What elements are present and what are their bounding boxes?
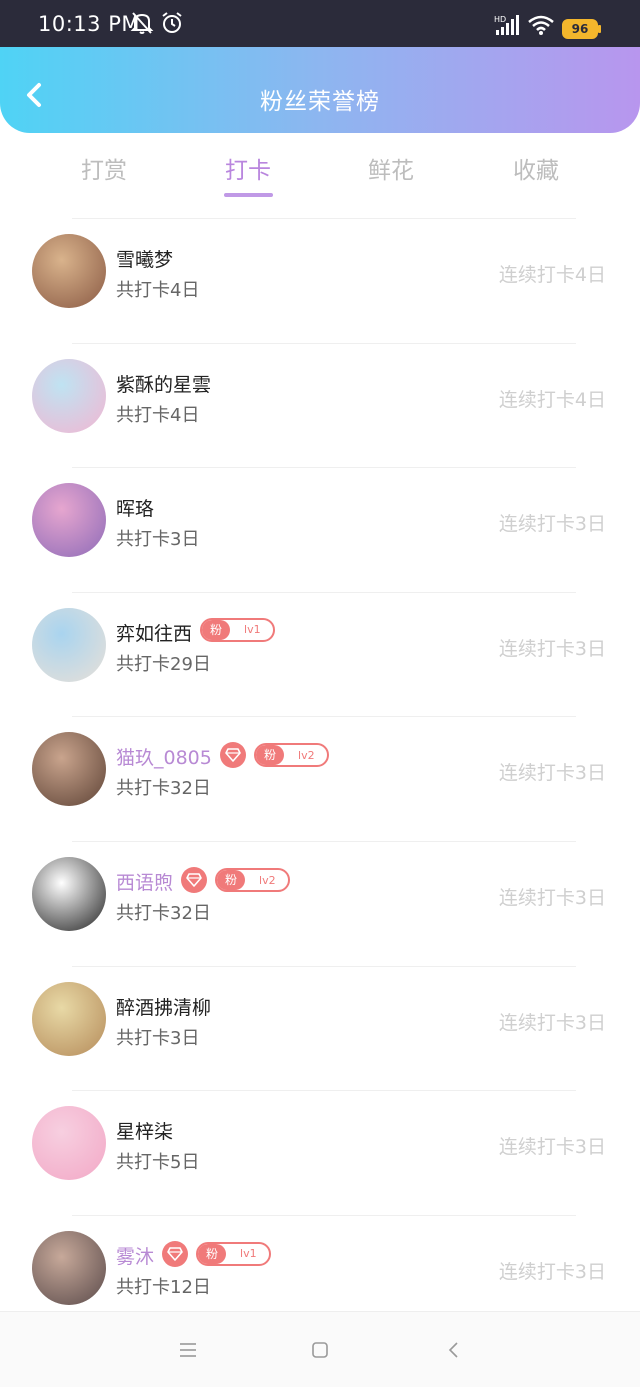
streak-checkin-days: 连续打卡4日 bbox=[498, 264, 606, 286]
bell-off-icon bbox=[130, 12, 154, 34]
avatar[interactable] bbox=[32, 607, 106, 682]
fan-level-badge: 粉 lv1 bbox=[196, 1241, 271, 1266]
list-item[interactable]: 猫玖_0805 共打卡32日 连续打卡3日 粉 lv2 bbox=[0, 716, 640, 840]
fan-badges: 粉 lv2 bbox=[181, 867, 290, 893]
fan-badges: 粉 lv2 bbox=[220, 742, 329, 769]
list-item[interactable]: 紫酥的星雲共打卡4日 连续打卡4日 bbox=[0, 343, 640, 467]
fan-badge-level: lv2 bbox=[298, 748, 315, 762]
system-nav-bar bbox=[0, 1311, 640, 1387]
total-checkin-days: 共打卡3日 bbox=[116, 1027, 200, 1049]
fan-name: 晖珞 bbox=[116, 498, 155, 521]
avatar[interactable] bbox=[32, 234, 106, 308]
list-item[interactable]: 弈如往西共打卡29日 连续打卡3日 粉 lv1 bbox=[0, 592, 640, 716]
menu-icon[interactable] bbox=[176, 1338, 200, 1362]
list-item[interactable]: 醉酒拂清柳共打卡3日 连续打卡3日 bbox=[0, 966, 640, 1090]
total-checkin-days: 共打卡4日 bbox=[116, 404, 200, 426]
streak-checkin-days: 连续打卡3日 bbox=[498, 1136, 606, 1159]
total-checkin-days: 共打卡32日 bbox=[116, 903, 211, 924]
fan-name: 西语煦 bbox=[116, 872, 174, 894]
list-item[interactable]: 雪曦梦共打卡4日 连续打卡4日 bbox=[0, 218, 640, 342]
tab-flowers[interactable]: 鲜花 bbox=[331, 151, 451, 185]
header-bar: 10:13 PM HD 96 粉丝荣誉榜 bbox=[0, 0, 640, 133]
avatar[interactable] bbox=[32, 483, 106, 558]
fan-level-badge: 粉 lv2 bbox=[215, 868, 290, 892]
status-bar: 10:13 PM HD 96 bbox=[0, 0, 640, 47]
battery-level: 96 bbox=[571, 22, 589, 36]
fan-badges: 粉 lv1 bbox=[162, 1240, 271, 1267]
fan-name: 弈如往西 bbox=[116, 622, 193, 645]
fan-name: 雾沐 bbox=[116, 1245, 155, 1268]
streak-checkin-days: 连续打卡4日 bbox=[498, 388, 606, 411]
avatar[interactable] bbox=[32, 732, 106, 807]
fan-level-badge: 粉 lv1 bbox=[200, 617, 275, 642]
fan-badge-level: lv2 bbox=[259, 873, 276, 887]
svg-text:HD: HD bbox=[494, 15, 506, 24]
fan-badge-label: 粉 bbox=[202, 619, 231, 640]
tab-indicator bbox=[224, 193, 273, 197]
fan-badge-label: 粉 bbox=[256, 745, 285, 766]
fan-badge-label: 粉 bbox=[198, 1243, 227, 1264]
home-icon[interactable] bbox=[308, 1338, 332, 1362]
streak-checkin-days: 连续打卡3日 bbox=[498, 637, 606, 660]
total-checkin-days: 共打卡4日 bbox=[116, 280, 200, 301]
streak-checkin-days: 连续打卡3日 bbox=[498, 762, 606, 785]
fan-name: 星梓柒 bbox=[116, 1121, 174, 1144]
avatar[interactable] bbox=[32, 857, 106, 931]
avatar[interactable] bbox=[32, 1106, 106, 1181]
streak-checkin-days: 连续打卡3日 bbox=[498, 1011, 606, 1034]
streak-checkin-days: 连续打卡3日 bbox=[498, 1260, 606, 1283]
signal-icon: HD bbox=[494, 15, 519, 35]
tab-checkin[interactable]: 打卡 bbox=[188, 151, 308, 185]
fan-name: 紫酥的星雲 bbox=[116, 373, 212, 396]
list-item[interactable]: 星梓柒共打卡5日 连续打卡3日 bbox=[0, 1090, 640, 1214]
total-checkin-days: 共打卡5日 bbox=[116, 1152, 200, 1174]
list-item[interactable]: 西语煦共打卡32日 连续打卡3日 粉 lv2 bbox=[0, 841, 640, 965]
total-checkin-days: 共打卡3日 bbox=[116, 529, 200, 551]
fan-level-badge: 粉 lv2 bbox=[254, 743, 329, 768]
list-item[interactable]: 晖珞共打卡3日 连续打卡3日 bbox=[0, 467, 640, 591]
fan-name: 猫玖_0805 bbox=[116, 747, 212, 770]
fan-name: 醉酒拂清柳 bbox=[116, 996, 212, 1019]
wifi-icon bbox=[528, 15, 554, 35]
diamond-icon bbox=[181, 867, 207, 893]
tab-favorites[interactable]: 收藏 bbox=[476, 151, 596, 185]
alarm-icon bbox=[162, 12, 182, 33]
fan-badge-label: 粉 bbox=[217, 870, 246, 890]
avatar[interactable] bbox=[32, 358, 106, 433]
battery-icon: 96 bbox=[562, 19, 602, 39]
total-checkin-days: 共打卡12日 bbox=[116, 1276, 211, 1298]
avatar[interactable] bbox=[32, 1230, 106, 1305]
fan-name: 雪曦梦 bbox=[116, 249, 174, 271]
streak-checkin-days: 连续打卡3日 bbox=[498, 513, 606, 536]
tab-bar: 打赏 打卡 鲜花 收藏 bbox=[0, 133, 640, 203]
streak-checkin-days: 连续打卡3日 bbox=[498, 887, 606, 909]
tab-tipping[interactable]: 打赏 bbox=[44, 151, 164, 185]
status-time: 10:13 PM bbox=[38, 12, 140, 36]
fan-badge-level: lv1 bbox=[240, 1247, 257, 1261]
total-checkin-days: 共打卡32日 bbox=[116, 778, 211, 800]
back-nav-icon[interactable] bbox=[442, 1338, 466, 1362]
fan-badge-level: lv1 bbox=[244, 623, 261, 637]
diamond-icon bbox=[162, 1240, 188, 1267]
total-checkin-days: 共打卡29日 bbox=[116, 653, 211, 675]
diamond-icon bbox=[220, 742, 246, 769]
avatar[interactable] bbox=[32, 981, 106, 1056]
page-title: 粉丝荣誉榜 bbox=[260, 89, 380, 115]
fan-badges: 粉 lv1 bbox=[200, 617, 275, 642]
